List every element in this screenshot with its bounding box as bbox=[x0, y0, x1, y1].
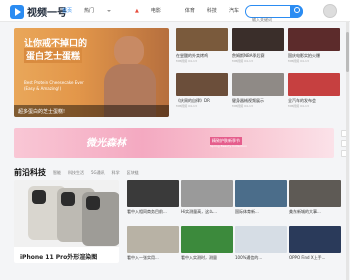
scroll-thumb[interactable] bbox=[346, 32, 349, 72]
camera-icon bbox=[32, 190, 46, 204]
video-card[interactable]: 全汽车的发布会 MM视频 04-13 bbox=[288, 73, 340, 108]
search-icon bbox=[294, 7, 300, 13]
search-button[interactable] bbox=[290, 5, 303, 18]
hero-title-line2: 蛋白芝士蛋糕 bbox=[24, 48, 83, 63]
video-title: Hi实测量高，这么... bbox=[181, 209, 217, 214]
video-card[interactable]: 在尝酸的外卖烤鸡 MM视频 04-13 bbox=[176, 28, 228, 63]
video-card[interactable]: 国际体育新... bbox=[235, 180, 287, 214]
tab-tech-life[interactable]: 科技生活 bbox=[68, 170, 84, 176]
featured-title: iPhone 11 Pro外形渲染图 bbox=[14, 247, 119, 263]
nav-item-auto[interactable]: 汽车 bbox=[229, 7, 239, 14]
video-thumbnail bbox=[181, 180, 233, 207]
video-meta: MM视频 04-13 bbox=[176, 59, 197, 63]
video-meta: MM视频 04-13 bbox=[232, 104, 253, 108]
tab-5g[interactable]: 5G通讯 bbox=[91, 170, 105, 176]
video-title: 国际体育新... bbox=[235, 209, 259, 214]
chevron-down-icon bbox=[107, 9, 112, 12]
video-card[interactable]: 国庆电影实拍火爆 MM视频 04-13 bbox=[288, 28, 340, 63]
tab-science[interactable]: 科学 bbox=[112, 170, 120, 176]
video-thumbnail bbox=[232, 28, 284, 51]
video-title: OPPO Find X上手... bbox=[289, 255, 326, 260]
video-title: 看中入一张实用... bbox=[127, 255, 159, 260]
video-title: 《庆周的自律》DR bbox=[176, 98, 210, 103]
logo-text: 视频一号 bbox=[27, 8, 67, 19]
bottom-video-grid: 看中入相同商务目前... Hi实测量高，这么... 国际体育新... 美东新城的… bbox=[127, 180, 341, 270]
section-tabs: 智能 科技生活 5G通讯 科学 区块链 bbox=[53, 170, 146, 176]
nav-item-home[interactable]: 首页 bbox=[62, 7, 72, 14]
video-thumbnail bbox=[288, 28, 340, 51]
video-thumbnail bbox=[289, 226, 341, 253]
fire-icon: ▲ bbox=[135, 8, 139, 14]
video-card[interactable]: 健身器械视频展示 MM视频 04-13 bbox=[232, 73, 284, 108]
top-video-grid: 在尝酸的外卖烤鸡 MM视频 04-13 詹姆斯NBA季后赛 MM视频 04-13… bbox=[176, 28, 341, 119]
nav-item-hot[interactable]: 热门 bbox=[84, 7, 123, 14]
nav-item-movie[interactable]: ▲ 电影 bbox=[135, 7, 173, 14]
avatar[interactable] bbox=[323, 4, 337, 18]
scrollbar[interactable] bbox=[346, 22, 349, 280]
video-card[interactable]: 看中入实测时，测量 bbox=[181, 226, 233, 260]
video-meta: MM视频 04-13 bbox=[288, 104, 309, 108]
hero-person-head bbox=[114, 36, 144, 66]
tab-blockchain[interactable]: 区块链 bbox=[127, 170, 139, 176]
nav-item-hot-label: 热门 bbox=[84, 8, 95, 14]
section-title: 前沿科技 bbox=[14, 168, 46, 177]
video-card[interactable]: OPPO Find X上手... bbox=[289, 226, 341, 260]
video-thumbnail bbox=[127, 180, 179, 207]
camera-icon bbox=[61, 192, 75, 206]
video-card[interactable]: 看中入相同商务目前... bbox=[127, 180, 179, 214]
video-title: 看中入相同商务目前... bbox=[127, 209, 167, 214]
banner-logo: 微光森林 bbox=[86, 138, 126, 149]
video-title: 詹姆斯NBA季后赛 bbox=[232, 53, 265, 58]
video-thumbnail bbox=[176, 73, 228, 96]
video-title: 美东新城的大事... bbox=[289, 209, 321, 214]
video-meta: MM视频 04-13 bbox=[232, 59, 253, 63]
video-thumbnail bbox=[176, 28, 228, 51]
video-card[interactable]: Hi实测量高，这么... bbox=[181, 180, 233, 214]
banner-subtext: Spring Beauty Collection bbox=[210, 144, 248, 148]
video-thumbnail bbox=[235, 180, 287, 207]
video-card[interactable]: 美东新城的大事... bbox=[289, 180, 341, 214]
video-title: 100%通信的... bbox=[235, 255, 263, 260]
video-meta: MM视频 04-13 bbox=[176, 104, 197, 108]
video-title: 健身器械视频展示 bbox=[232, 98, 264, 103]
phone-image bbox=[82, 192, 119, 246]
video-title: 看中入实测时，测量 bbox=[181, 255, 217, 260]
play-icon bbox=[10, 4, 24, 19]
video-title: 国庆电影实拍火爆 bbox=[288, 53, 320, 58]
video-thumbnail bbox=[232, 73, 284, 96]
camera-icon bbox=[86, 196, 100, 210]
top-header: 视频一号 首页 热门 ▲电影 体育 科技 汽车 美食 影视 bbox=[0, 0, 350, 25]
nav-item-movie-label: 电影 bbox=[150, 8, 161, 14]
hero-banner[interactable]: 让你戒不掉口的 蛋白芝士蛋糕 Best Protein Cheesecake E… bbox=[14, 28, 169, 117]
hero-english-text: Best Protein Cheesecake Ever (Easy & Ama… bbox=[24, 80, 84, 91]
video-thumbnail bbox=[289, 180, 341, 207]
video-thumbnail bbox=[288, 73, 340, 96]
video-title: 在尝酸的外卖烤鸡 bbox=[176, 53, 208, 58]
video-thumbnail bbox=[181, 226, 233, 253]
video-card[interactable]: 《庆周的自律》DR MM视频 04-13 bbox=[176, 73, 228, 108]
video-card[interactable]: 看中入一张实用... bbox=[127, 226, 179, 260]
video-thumbnail bbox=[235, 226, 287, 253]
nav-item-sports[interactable]: 体育 bbox=[185, 7, 195, 14]
video-thumbnail bbox=[127, 226, 179, 253]
video-card[interactable]: 100%通信的... bbox=[235, 226, 287, 260]
video-card[interactable]: 詹姆斯NBA季后赛 MM视频 04-13 bbox=[232, 28, 284, 63]
hero-caption: 超多蛋白的芝士蛋糕! bbox=[14, 105, 169, 117]
nav-item-tech[interactable]: 科技 bbox=[207, 7, 217, 14]
site-logo[interactable]: 视频一号 bbox=[10, 4, 67, 19]
ad-banner[interactable]: 微光森林 精致护肤新季节 Spring Beauty Collection bbox=[14, 128, 334, 158]
featured-video[interactable]: iPhone 11 Pro外形渲染图 bbox=[14, 180, 119, 263]
video-title: 全汽车的发布会 bbox=[288, 98, 316, 103]
video-meta: MM视频 04-13 bbox=[288, 59, 309, 63]
tab-smart[interactable]: 智能 bbox=[53, 170, 61, 176]
